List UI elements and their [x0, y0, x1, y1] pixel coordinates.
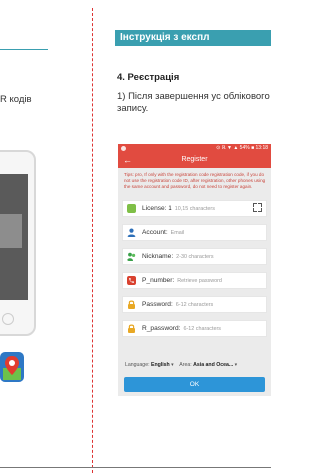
- nickname-field[interactable]: Nickname: 2-30 characters: [122, 248, 267, 265]
- license-card-icon: [127, 204, 136, 213]
- notification-icon: [121, 146, 126, 151]
- password-label: Password:: [142, 301, 173, 308]
- phone-illustration: [0, 150, 36, 336]
- section-heading: 4. Реєстрація: [117, 72, 180, 83]
- repeat-password-label: R_password:: [142, 325, 181, 332]
- account-label: Account:: [142, 229, 168, 236]
- left-text-fragment: R кодів: [0, 94, 32, 105]
- account-field[interactable]: Account: Email: [122, 224, 267, 241]
- users-icon: [127, 252, 136, 261]
- phone-number-placeholder: Retrieve password: [177, 278, 222, 284]
- language-select[interactable]: English ▾: [151, 362, 174, 368]
- phone-number-label: P_number:: [142, 277, 175, 284]
- chevron-down-icon: ▾: [171, 362, 174, 368]
- bottom-rule: [0, 467, 271, 468]
- ok-button[interactable]: OK: [124, 377, 265, 392]
- status-bar: ⊙ ℝ ▼ ▲ 54% ■ 13:18: [118, 144, 271, 154]
- phone-number-field[interactable]: P_number: Retrieve password: [122, 272, 267, 289]
- license-field[interactable]: License: 1 10,15 characters: [122, 200, 267, 217]
- register-screen-screenshot: ⊙ ℝ ▼ ▲ 54% ■ 13:18 ← Register Tips: pro…: [118, 144, 271, 396]
- lock-icon: [128, 300, 135, 309]
- left-page: R кодів: [0, 0, 92, 473]
- header-title: Інструкція з експл: [120, 32, 210, 43]
- screen-title: Register: [181, 156, 208, 163]
- password-field[interactable]: Password: 6-12 characters: [122, 296, 267, 313]
- area-label: Area:: [179, 362, 192, 368]
- map-pin-app-icon: [0, 352, 24, 382]
- header-band: Інструкція з експл: [115, 30, 271, 46]
- nickname-placeholder: 2-30 characters: [176, 254, 214, 260]
- language-area-row: Language: English ▾ Area: Asia and Ocea.…: [125, 362, 269, 368]
- title-bar: ← Register: [118, 154, 271, 168]
- area-select[interactable]: Asia and Ocea... ▾: [193, 362, 237, 368]
- phone-icon: [127, 276, 136, 285]
- password-placeholder: 6-12 characters: [175, 302, 214, 308]
- registration-notice: Tips: pro, If only with the registration…: [124, 172, 266, 189]
- page-gutter-line: [92, 8, 93, 473]
- license-placeholder: 10,15 characters: [174, 206, 215, 212]
- lock-icon: [128, 324, 135, 333]
- language-label: Language:: [125, 362, 150, 368]
- repeat-password-field[interactable]: R_password: 6-12 characters: [122, 320, 267, 337]
- chevron-down-icon: ▾: [234, 362, 238, 368]
- account-placeholder: Email: [170, 230, 185, 236]
- user-icon: [127, 228, 136, 237]
- repeat-password-placeholder: 6-12 characters: [183, 326, 221, 332]
- status-text: ⊙ ℝ ▼ ▲ 54% ■ 13:18: [216, 145, 268, 151]
- scan-icon[interactable]: [253, 203, 262, 212]
- teal-divider: [0, 49, 48, 50]
- step-text: 1) Після завершення ус облікового запису…: [117, 91, 270, 114]
- home-button-icon: [2, 313, 14, 325]
- license-value: 1: [168, 206, 172, 212]
- nickname-label: Nickname:: [142, 253, 174, 260]
- license-label: License:: [142, 205, 167, 212]
- phone-screen: [0, 174, 28, 300]
- camera-view: [0, 214, 22, 248]
